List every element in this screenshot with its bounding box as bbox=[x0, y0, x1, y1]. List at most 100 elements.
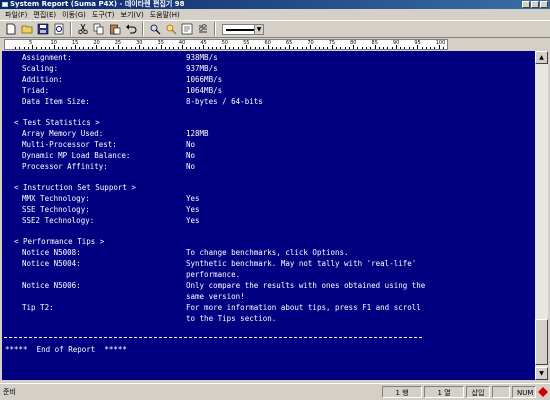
end-of-report-text: ***** End of Report ***** bbox=[5, 345, 127, 354]
ruler-tick bbox=[169, 47, 171, 49]
ruler-tick bbox=[126, 47, 128, 49]
ruler-tick bbox=[365, 47, 367, 49]
ruler-tick bbox=[147, 47, 149, 49]
ruler-mark-label: 80 bbox=[350, 40, 357, 46]
ruler-tick bbox=[164, 47, 166, 49]
ruler-tick bbox=[113, 47, 115, 49]
report-line: Addition: 1066MB/s bbox=[2, 74, 535, 85]
ruler-tick bbox=[100, 47, 102, 49]
ruler-tick bbox=[229, 47, 230, 49]
minimize-button[interactable] bbox=[522, 1, 530, 8]
metric-label: Assignment: bbox=[22, 53, 72, 62]
section-header: < Instruction Set Support > bbox=[2, 182, 535, 193]
tip-label: Notice N5008: bbox=[22, 248, 81, 257]
report-line: Tip T2: For more information about tips, … bbox=[2, 302, 535, 313]
ruler-mark-label: 15 bbox=[71, 40, 79, 46]
ruler-tick bbox=[122, 47, 123, 49]
new-file-icon[interactable] bbox=[4, 22, 18, 36]
ruler-tick bbox=[344, 47, 346, 49]
print-preview-icon[interactable] bbox=[52, 22, 66, 36]
ruler-tick bbox=[336, 47, 337, 49]
chevron-down-icon[interactable]: ▼ bbox=[254, 24, 263, 34]
ruler-mark-label: 35 bbox=[157, 40, 164, 46]
ruler-tick bbox=[361, 47, 363, 49]
metric-label: Addition: bbox=[22, 75, 63, 84]
ruler-mark-label: 10 bbox=[50, 40, 57, 46]
ruler-tick bbox=[44, 47, 46, 49]
ruler-tick bbox=[425, 47, 427, 49]
ruler-mark-label: 25 bbox=[114, 40, 122, 46]
find-icon[interactable] bbox=[148, 22, 162, 36]
record-indicator-icon bbox=[538, 387, 548, 397]
ruler-tick bbox=[70, 47, 72, 49]
ruler-mark-label: 45 bbox=[200, 40, 207, 46]
scroll-thumb[interactable] bbox=[535, 319, 548, 365]
metric-value: Yes bbox=[186, 216, 200, 225]
report-line: Notice N5006: Only compare the results wi… bbox=[2, 280, 535, 291]
ruler-tick bbox=[263, 47, 265, 49]
menu-tools[interactable]: 도구(T) bbox=[89, 10, 118, 20]
ruler-tick bbox=[109, 47, 111, 49]
ruler-mark-label: 95 bbox=[414, 40, 421, 46]
status-bar: 준비 1 행 1 열 삽입 NUM bbox=[0, 383, 550, 400]
menu-go[interactable]: 이동(G) bbox=[59, 10, 89, 20]
settings-icon[interactable] bbox=[196, 22, 210, 36]
menu-file[interactable]: 파일(F) bbox=[2, 10, 30, 20]
ruler-tick bbox=[79, 47, 81, 49]
paste-icon[interactable] bbox=[108, 22, 122, 36]
ruler-mark-label: 20 bbox=[93, 40, 100, 46]
ruler-tick bbox=[413, 47, 415, 49]
replace-icon[interactable] bbox=[164, 22, 178, 36]
ruler-tick bbox=[156, 47, 158, 49]
toolbar-separator bbox=[70, 22, 72, 36]
cut-icon[interactable] bbox=[76, 22, 90, 36]
report-line: SSE Technology: Yes bbox=[2, 204, 535, 215]
save-icon[interactable] bbox=[36, 22, 50, 36]
window-controls bbox=[522, 1, 548, 8]
section-header-label: < Test Statistics > bbox=[14, 118, 100, 127]
maximize-button[interactable] bbox=[531, 1, 539, 8]
toolbar: ▼ bbox=[0, 20, 550, 38]
scroll-down-button[interactable]: ▼ bbox=[535, 367, 548, 380]
metric-label: MMX Technology: bbox=[22, 194, 90, 203]
undo-icon[interactable] bbox=[124, 22, 138, 36]
metric-value: 938MB/s bbox=[186, 53, 218, 62]
close-button[interactable] bbox=[540, 1, 548, 8]
document-area[interactable]: Assignment: 938MB/s Scaling: 937MB/s Addit… bbox=[2, 51, 535, 380]
ruler-tick bbox=[357, 47, 359, 49]
ruler-tick bbox=[40, 47, 42, 49]
status-blank bbox=[492, 386, 510, 398]
ruler-tick bbox=[430, 47, 432, 49]
tip-text: same version! bbox=[186, 292, 245, 301]
copy-icon[interactable] bbox=[92, 22, 106, 36]
menu-help[interactable]: 도움말(H) bbox=[147, 10, 183, 20]
app-icon[interactable] bbox=[2, 2, 8, 7]
open-folder-icon[interactable] bbox=[20, 22, 34, 36]
format-icon[interactable] bbox=[180, 22, 194, 36]
line-style-preview bbox=[226, 28, 254, 31]
report-line: MMX Technology: Yes bbox=[2, 193, 535, 204]
ruler-tick bbox=[92, 47, 94, 49]
line-style-select[interactable]: ▼ bbox=[222, 23, 264, 35]
ruler-tick bbox=[314, 47, 316, 49]
ruler-tick bbox=[220, 47, 222, 49]
ruler-mark-label: 85 bbox=[371, 40, 378, 46]
report-line: Processor Affinity: No bbox=[2, 161, 535, 172]
ruler-tick bbox=[66, 47, 68, 49]
toolbar-separator bbox=[142, 22, 144, 36]
ruler-tick bbox=[276, 47, 278, 49]
report-line: Scaling: 937MB/s bbox=[2, 63, 535, 74]
menu-view[interactable]: 보기(V) bbox=[118, 10, 147, 20]
scroll-up-button[interactable]: ▲ bbox=[535, 51, 548, 64]
tip-text: Synthetic benchmark. May not tally with … bbox=[186, 259, 417, 268]
ruler-tick bbox=[62, 47, 64, 49]
metric-label: Dynamic MP Load Balance: bbox=[22, 151, 131, 160]
menu-edit[interactable]: 편집(E) bbox=[30, 10, 59, 20]
ruler-tick bbox=[387, 47, 389, 49]
metric-label: Multi-Processor Test: bbox=[22, 140, 117, 149]
metric-label: Triad: bbox=[22, 86, 50, 95]
report-line: SSE2 Technology: Yes bbox=[2, 215, 535, 226]
vertical-scrollbar[interactable]: ▲ ▼ bbox=[535, 51, 548, 380]
ruler-tick bbox=[383, 47, 385, 49]
ruler-tick bbox=[391, 47, 393, 49]
